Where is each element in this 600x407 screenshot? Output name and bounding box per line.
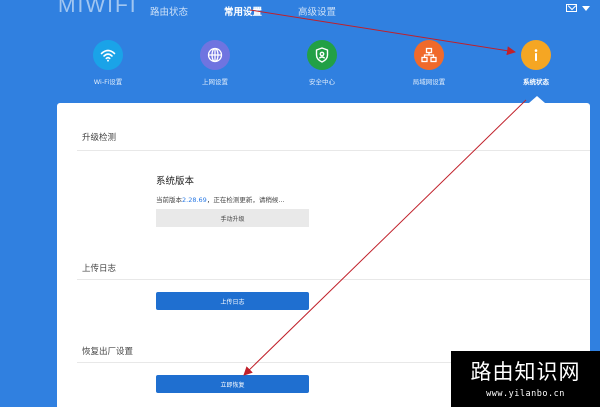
tool-label: 局域网设置 — [412, 78, 446, 86]
status-prefix: 当前版本 — [156, 196, 182, 204]
main-nav: 路由状态 常用设置 高级设置 — [150, 4, 372, 18]
tool-label: 系统状态 — [523, 78, 549, 86]
chevron-down-icon[interactable] — [582, 5, 590, 11]
globe-icon — [200, 40, 230, 70]
wifi-icon — [93, 40, 123, 70]
tool-label: Wi-Fi设置 — [93, 78, 123, 86]
network-icon — [414, 40, 444, 70]
factory-reset-section-title: 恢复出厂设置 — [82, 347, 134, 357]
upload-log-button[interactable]: 上传日志 — [156, 292, 309, 310]
tool-system-status[interactable]: 系统状态 — [496, 40, 576, 86]
divider — [77, 150, 590, 151]
mail-icon[interactable] — [566, 4, 577, 12]
nav-router-status[interactable]: 路由状态 — [150, 4, 188, 18]
tool-label: 上网设置 — [202, 78, 228, 86]
tool-security-center[interactable]: 安全中心 — [282, 40, 362, 86]
upgrade-section-title: 升级检测 — [82, 133, 117, 143]
info-icon — [521, 40, 551, 70]
nav-common-settings[interactable]: 常用设置 — [224, 4, 262, 18]
manual-upgrade-button[interactable]: 手动升级 — [156, 209, 309, 227]
tool-lan-settings[interactable]: 局域网设置 — [389, 40, 469, 86]
user-menu[interactable] — [561, 4, 590, 12]
version-status-text: 当前版本2.28.69，正在检测更新，请稍候... — [156, 194, 285, 204]
shield-icon — [307, 40, 337, 70]
tool-label: 安全中心 — [309, 78, 335, 86]
system-version-title: 系统版本 — [156, 176, 195, 187]
nav-advanced-settings[interactable]: 高级设置 — [298, 4, 336, 18]
restore-now-button[interactable]: 立即恢复 — [156, 375, 309, 393]
site-watermark: 路由知识网 www.yilanbo.cn — [451, 351, 600, 407]
tool-icon-row: Wi-Fi设置 上网设置 安全中心 局域网设置 系统状态 — [0, 40, 600, 92]
tool-internet-settings[interactable]: 上网设置 — [175, 40, 255, 86]
current-version: 2.28.69 — [182, 196, 207, 204]
miwifi-logo[interactable]: MIWIFI — [58, 0, 138, 18]
tool-wifi-settings[interactable]: Wi-Fi设置 — [68, 40, 148, 86]
watermark-title: 路由知识网 — [470, 360, 581, 384]
watermark-url: www.yilanbo.cn — [486, 389, 565, 399]
upload-log-section-title: 上传日志 — [82, 264, 117, 274]
top-bar: MIWIFI 路由状态 常用设置 高级设置 — [0, 0, 600, 22]
divider — [77, 279, 590, 280]
active-tab-pointer — [529, 96, 545, 103]
status-suffix: ，正在检测更新，请稍候... — [206, 196, 285, 204]
